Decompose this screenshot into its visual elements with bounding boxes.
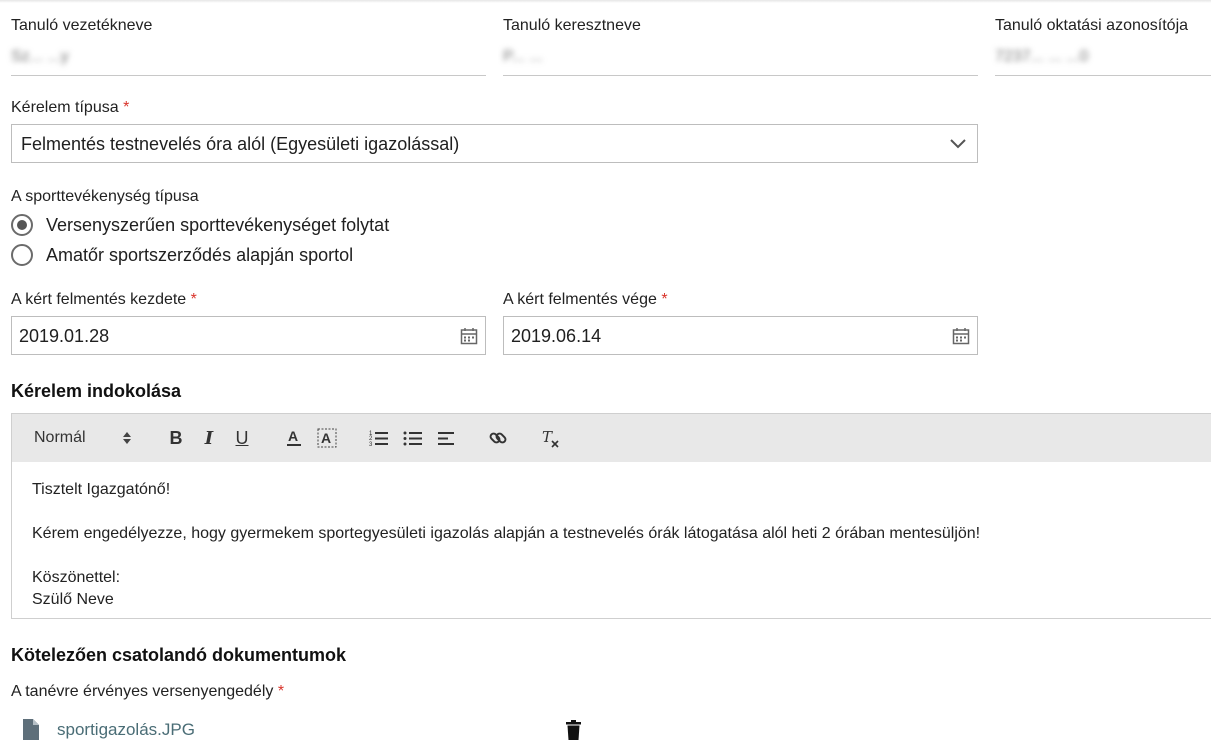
link-icon[interactable] (486, 414, 510, 462)
request-type-label: Kérelem típusa * (11, 99, 129, 117)
updown-icon (123, 432, 131, 444)
radio-unselected-icon (11, 244, 33, 266)
trash-icon[interactable] (566, 720, 581, 740)
radio-selected-icon (11, 214, 33, 236)
format-select[interactable]: Normál (22, 414, 137, 462)
required-mark: * (277, 683, 285, 700)
required-mark: * (661, 291, 668, 308)
font-color-icon[interactable]: A (282, 414, 306, 462)
editor-line: Szülő Neve (32, 591, 114, 608)
end-date-value: 2019.06.14 (511, 326, 602, 346)
format-value: Normál (34, 429, 86, 446)
align-icon[interactable] (434, 414, 458, 462)
calendar-icon[interactable] (460, 327, 478, 345)
radio-amateur-label: Amatőr sportszerződés alapján sportol (46, 244, 354, 265)
svg-text:A: A (288, 428, 298, 444)
underline-icon[interactable]: U (230, 414, 254, 462)
start-date-input[interactable]: 2019.01.28 (11, 316, 486, 355)
svg-text:A: A (321, 430, 331, 446)
required-mark: * (190, 291, 197, 308)
justification-editor[interactable]: Tisztelt Igazgatónő! Kérem engedélyezze,… (11, 462, 1211, 619)
first-name-label: Tanuló keresztneve (503, 17, 641, 34)
end-date-input[interactable]: 2019.06.14 (503, 316, 978, 355)
request-type-select[interactable]: Felmentés testnevelés óra alól (Egyesüle… (11, 124, 978, 163)
license-label: A tanévre érvényes versenyengedély * (11, 683, 284, 701)
editor-toolbar: Normál B I U A A 1 2 3 T (11, 413, 1211, 463)
top-shadow (0, 0, 1211, 3)
documents-heading: Kötelezően csatolandó dokumentumok (11, 645, 347, 665)
required-mark: * (123, 99, 130, 116)
attached-file[interactable]: sportigazolás.JPG (22, 718, 195, 741)
file-icon (23, 719, 39, 740)
request-type-value: Felmentés testnevelés óra alól (Egyesüle… (21, 134, 460, 154)
calendar-icon[interactable] (952, 327, 970, 345)
student-id-value: 7237... ... ...0 (995, 48, 1089, 65)
svg-text:3: 3 (369, 442, 373, 447)
last-name-underline (11, 75, 486, 76)
ordered-list-icon[interactable]: 1 2 3 (367, 414, 391, 462)
svg-text:T: T (542, 428, 553, 446)
radio-amateur[interactable]: Amatőr sportszerződés alapján sportol (11, 244, 353, 266)
request-type-label-text: Kérelem típusa (11, 99, 119, 116)
student-id-label: Tanuló oktatási azonosítója (995, 17, 1189, 34)
student-id-underline (995, 75, 1211, 76)
license-label-text: A tanévre érvényes versenyengedély (11, 683, 274, 700)
radio-competitive[interactable]: Versenyszerűen sporttevékenységet folyta… (11, 214, 389, 236)
editor-line: Köszönettel: (32, 569, 121, 586)
justification-heading: Kérelem indokolása (11, 381, 182, 401)
start-date-value: 2019.01.28 (19, 326, 110, 346)
editor-line: Tisztelt Igazgatónő! (32, 481, 171, 498)
file-name-link[interactable]: sportigazolás.JPG (57, 720, 195, 740)
chevron-down-icon (950, 139, 966, 149)
first-name-underline (503, 75, 978, 76)
editor-line: Kérem engedélyezze, hogy gyermekem sport… (32, 525, 981, 542)
start-date-label: A kért felmentés kezdete * (11, 291, 197, 309)
last-name-label: Tanuló vezetékneve (11, 17, 153, 34)
start-date-label-text: A kért felmentés kezdete (11, 291, 187, 308)
bold-icon[interactable]: B (164, 414, 188, 462)
last-name-value: Sz... ...y (11, 48, 69, 65)
sport-type-label: A sporttevékenység típusa (11, 188, 199, 205)
first-name-value: P... ... (503, 48, 543, 65)
end-date-label: A kért felmentés vége * (503, 291, 668, 309)
end-date-label-text: A kért felmentés vége (503, 291, 657, 308)
clear-format-icon[interactable]: T (538, 414, 562, 462)
background-color-icon[interactable]: A (315, 414, 339, 462)
bullet-list-icon[interactable] (401, 414, 425, 462)
radio-competitive-label: Versenyszerűen sporttevékenységet folyta… (46, 214, 390, 235)
italic-icon[interactable]: I (197, 414, 221, 462)
